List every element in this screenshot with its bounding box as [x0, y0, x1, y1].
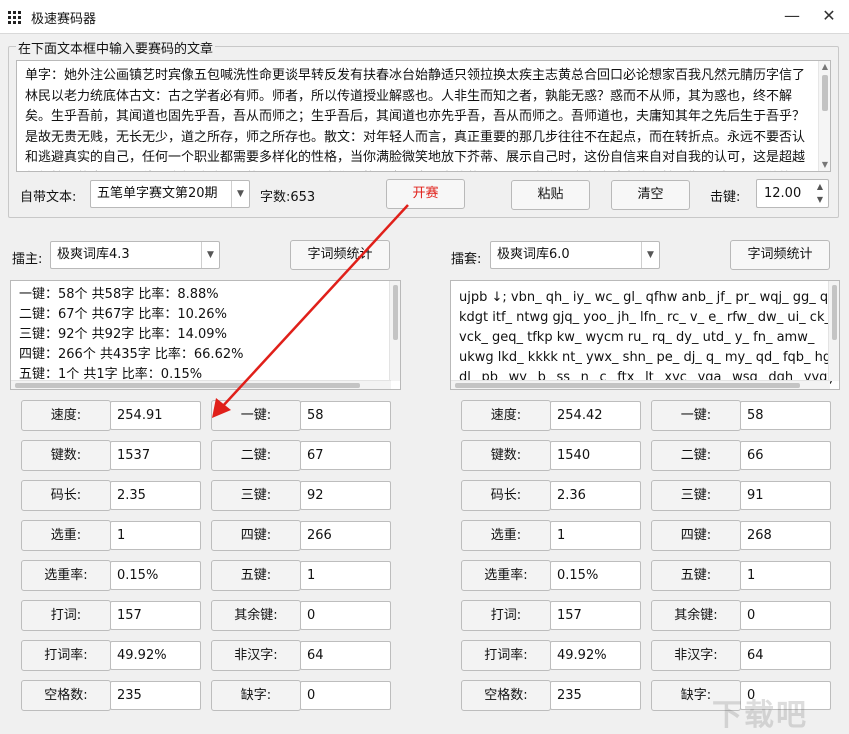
red-arrow-annotation: [212, 204, 409, 418]
watermark: 下载吧: [712, 698, 808, 733]
